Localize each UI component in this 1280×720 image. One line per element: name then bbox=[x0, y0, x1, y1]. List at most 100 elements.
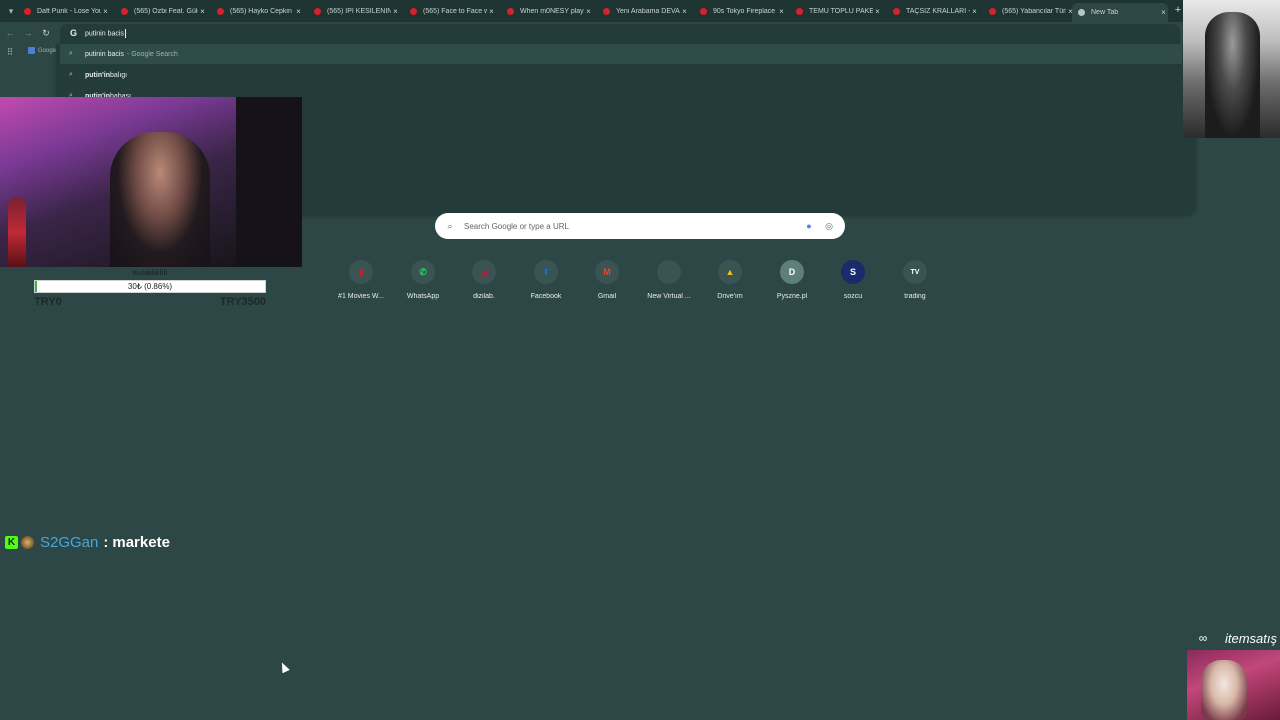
forward-icon[interactable]: → bbox=[22, 27, 34, 39]
chat-text: markete bbox=[112, 533, 170, 551]
gmail-icon: M bbox=[595, 260, 619, 284]
tab[interactable]: (565) Face to Face with× bbox=[408, 3, 496, 20]
shortcut-label: Facebook bbox=[530, 293, 562, 300]
suggestion-text: putinin bacis bbox=[85, 50, 124, 58]
drive-icon: ▲ bbox=[718, 260, 742, 284]
shortcut-tile[interactable]: f Facebook bbox=[515, 258, 577, 308]
tab[interactable]: (565) Hayko Cepkin × bbox=[215, 3, 303, 20]
address-bar[interactable]: G putinin bacis bbox=[60, 24, 1180, 44]
tab[interactable]: TAÇSIZ KRALLARI - 20× bbox=[891, 3, 979, 20]
shortcut-label: New Virtual ... bbox=[647, 293, 691, 300]
youtube-icon bbox=[603, 8, 610, 15]
chat-username: S2GGan bbox=[40, 533, 99, 551]
close-icon[interactable]: × bbox=[680, 7, 689, 16]
close-icon[interactable]: × bbox=[101, 7, 110, 16]
bookmark-google[interactable]: Google bbox=[28, 47, 57, 54]
portrait-photo bbox=[1183, 0, 1280, 138]
shortcut-tile[interactable]: ◢ dizilab. bbox=[453, 258, 515, 308]
goal-title: Kulakliklill bbox=[132, 270, 168, 277]
bookmarks-bar: ⠿ Google bbox=[0, 44, 60, 60]
close-icon[interactable]: × bbox=[294, 7, 303, 16]
whatsapp-icon: ✆ bbox=[411, 260, 435, 284]
tab-title: New Tab bbox=[1091, 9, 1119, 16]
suggestion-item[interactable]: ⌕ putinin bacis - Google Search bbox=[60, 44, 1182, 64]
search-icon: ⌕ bbox=[69, 71, 73, 78]
shortcut-tile[interactable]: ▲ Drive'ım bbox=[699, 258, 761, 308]
sponsor-brand: itemsatış bbox=[1225, 630, 1278, 646]
shortcut-tile[interactable]: M Gmail bbox=[576, 258, 638, 308]
chair-graphic bbox=[236, 97, 302, 267]
dizilab-icon: ◢ bbox=[472, 260, 496, 284]
tab[interactable]: Yeni Arabama DEVASA× bbox=[601, 3, 689, 20]
shortcut-label: sozcu bbox=[843, 293, 863, 300]
close-icon[interactable]: × bbox=[777, 7, 786, 16]
virtual-icon bbox=[657, 260, 681, 284]
bookmark-label: Google bbox=[38, 47, 58, 54]
tab-title: TEMU TOPLU PAKET A bbox=[809, 8, 873, 15]
search-placeholder[interactable]: Search Google or type a URL bbox=[464, 222, 804, 231]
tab[interactable]: New Tab × bbox=[1072, 3, 1168, 22]
tab-title: 90s Tokyo Fireplace D bbox=[713, 8, 777, 15]
bottle-graphic bbox=[8, 197, 26, 267]
shortcut-tile[interactable]: ▮ #1 Movies W... bbox=[330, 258, 392, 308]
google-lens-icon[interactable]: ◎ bbox=[824, 221, 834, 232]
tab-title: TAÇSIZ KRALLARI - 20 bbox=[906, 8, 970, 15]
shortcut-label: Pyszne.pl bbox=[776, 293, 808, 300]
google-icon: G bbox=[69, 28, 77, 38]
microphone-icon[interactable]: ● bbox=[804, 221, 814, 231]
tab[interactable]: TEMU TOPLU PAKET A× bbox=[794, 3, 882, 20]
apps-grid-icon[interactable]: ⠿ bbox=[5, 47, 15, 57]
tab-title: Daft Punk - Lose Yourself bbox=[37, 8, 101, 15]
cat-figure bbox=[1201, 660, 1247, 720]
suggestion-item[interactable]: ⌕ putin'in balıgı bbox=[60, 65, 1182, 85]
shortcut-tile[interactable]: New Virtual ... bbox=[638, 258, 700, 308]
close-icon[interactable]: × bbox=[584, 7, 593, 16]
back-icon[interactable]: ← bbox=[4, 27, 16, 39]
tab[interactable]: 90s Tokyo Fireplace D × bbox=[698, 3, 786, 20]
shortcut-tile[interactable]: D Pyszne.pl bbox=[761, 258, 823, 308]
goal-min: TRY0 bbox=[34, 296, 62, 308]
reload-icon[interactable]: ↻ bbox=[40, 27, 52, 39]
youtube-icon bbox=[989, 8, 996, 15]
tab-search-icon[interactable]: ▾ bbox=[4, 4, 18, 18]
tab[interactable]: (565) Yabancılar Türk × bbox=[987, 3, 1075, 20]
sponsor-logo: ∞ itemsatış bbox=[1195, 630, 1277, 646]
pyszne-icon: D bbox=[780, 260, 804, 284]
youtube-icon bbox=[893, 8, 900, 15]
shortcut-label: trading bbox=[904, 293, 926, 300]
address-input[interactable]: putinin bacis bbox=[85, 29, 126, 38]
kick-badge-icon: K bbox=[5, 535, 18, 549]
goal-max: TRY3500 bbox=[219, 296, 266, 308]
search-box[interactable]: ⌕ Search Google or type a URL ● ◎ bbox=[435, 213, 845, 239]
streamer-webcam bbox=[0, 97, 302, 267]
goal-progress-bar: 30₺ (0.86%) bbox=[34, 280, 266, 293]
close-icon[interactable]: × bbox=[391, 7, 400, 16]
suggestion-text: putin'in bbox=[85, 71, 110, 79]
tab-title: (565) İPİ KESİLENİN AI bbox=[327, 8, 391, 15]
shortcut-tile[interactable]: Ssozcu bbox=[822, 258, 884, 308]
search-icon: ⌕ bbox=[447, 220, 453, 231]
text-caret bbox=[124, 29, 126, 38]
close-icon[interactable]: × bbox=[873, 7, 882, 16]
tab[interactable]: (565) İPİ KESİLENİN AI× bbox=[312, 3, 400, 20]
streamer-figure bbox=[110, 132, 210, 267]
close-icon[interactable]: × bbox=[970, 7, 979, 16]
tab-title: (565) Hayko Cepkin bbox=[230, 8, 292, 15]
mouse-cursor-icon bbox=[278, 660, 290, 674]
close-icon[interactable]: × bbox=[1159, 8, 1168, 17]
close-icon[interactable]: × bbox=[198, 7, 207, 16]
shortcut-label: dizilab. bbox=[473, 293, 495, 300]
shortcuts-grid: ▮ #1 Movies W... ✆ WhatsApp ◢ dizilab. f Facebo… bbox=[330, 258, 950, 310]
tab[interactable]: Daft Punk - Lose Yourself× bbox=[22, 3, 110, 20]
tab[interactable]: When m0NESY plays × bbox=[505, 3, 593, 20]
shortcut-tile[interactable]: TV trading bbox=[884, 258, 946, 308]
tab[interactable]: (565) Ozbi Feat. Gülce × bbox=[119, 3, 207, 20]
close-icon[interactable]: × bbox=[487, 7, 496, 16]
chrome-icon bbox=[1078, 9, 1085, 16]
youtube-icon bbox=[24, 8, 31, 15]
shortcut-tile[interactable]: ✆ WhatsApp bbox=[392, 258, 454, 308]
youtube-icon bbox=[700, 8, 707, 15]
tab-title: (565) Ozbi Feat. Gülce bbox=[134, 8, 198, 15]
shortcut-label: #1 Movies W... bbox=[338, 293, 384, 300]
browser-toolbar: ← → ↻ G putinin bacis bbox=[0, 22, 1280, 44]
